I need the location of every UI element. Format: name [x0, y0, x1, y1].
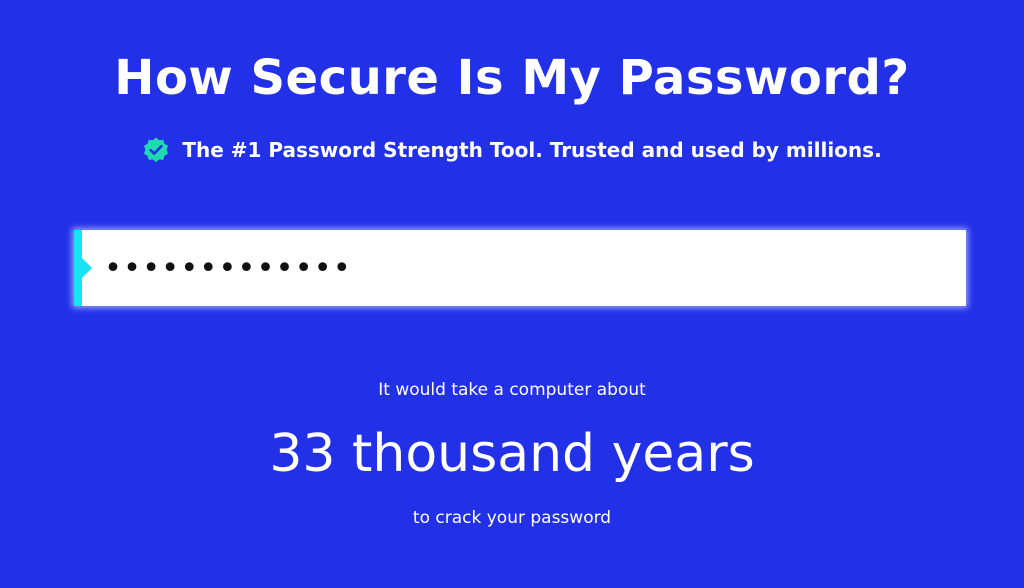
crack-time: 33 thousand years	[269, 424, 755, 484]
password-field-container	[74, 230, 966, 306]
tagline-text: The #1 Password Strength Tool. Trusted a…	[182, 138, 882, 162]
password-input[interactable]	[102, 244, 946, 292]
field-focus-marker	[74, 230, 92, 306]
page-title: How Secure Is My Password?	[114, 50, 910, 106]
verified-check-icon	[144, 137, 169, 163]
result-prefix: It would take a computer about	[378, 380, 646, 400]
tagline: The #1 Password Strength Tool. Trusted a…	[0, 136, 1024, 164]
result-suffix: to crack your password	[412, 508, 612, 528]
